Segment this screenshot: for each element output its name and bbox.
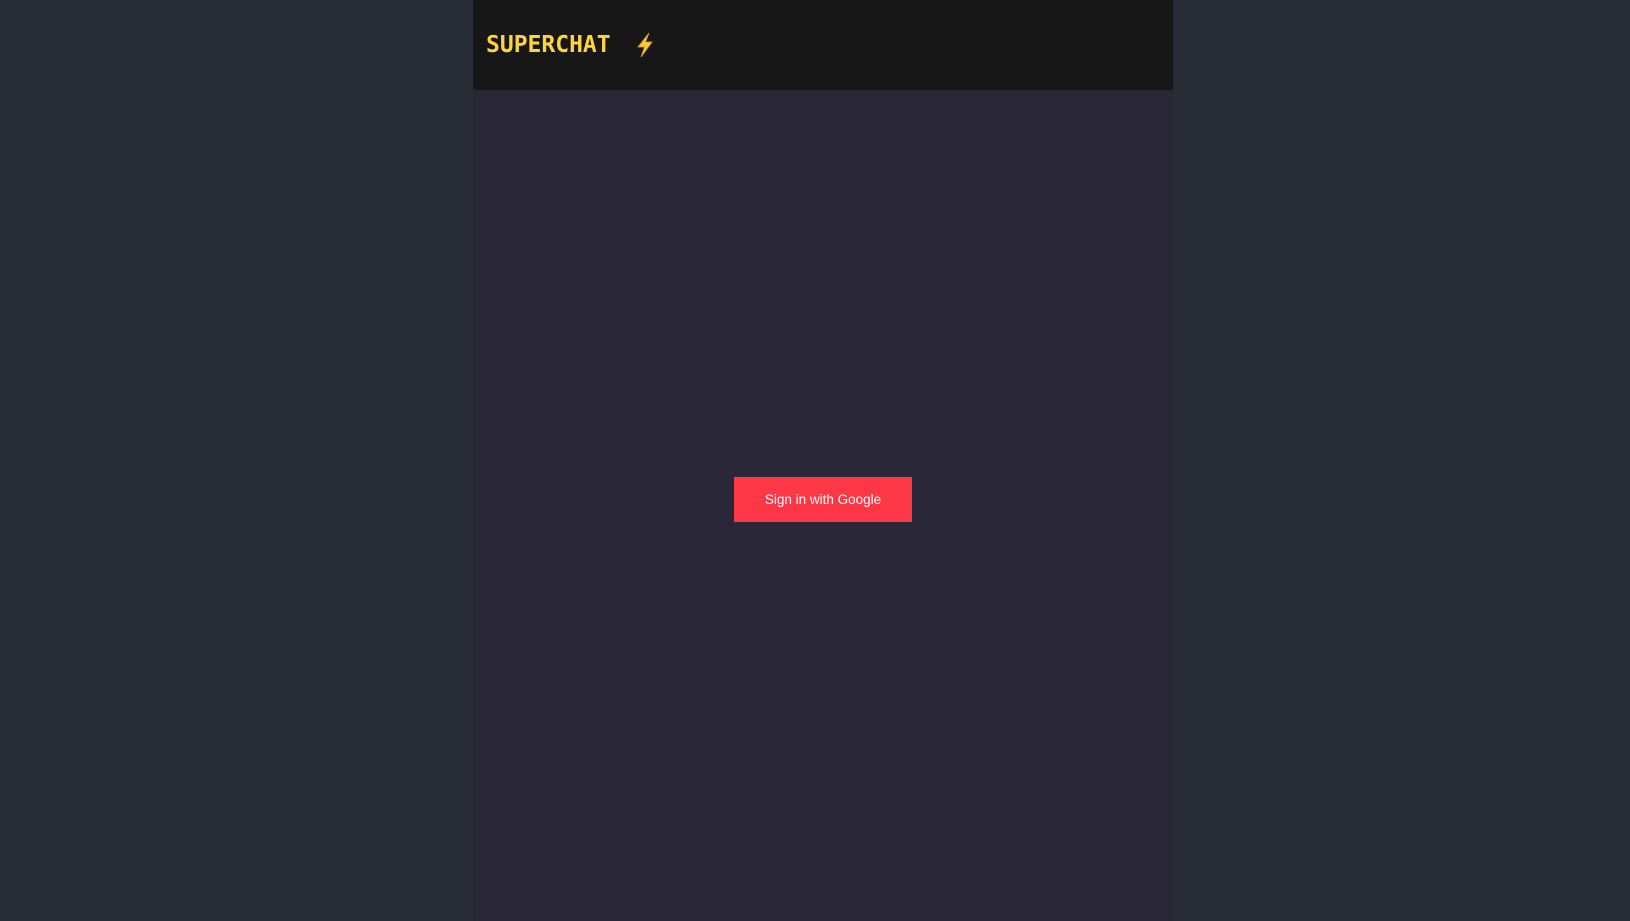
app-title: SUPERCHAT <box>486 32 611 58</box>
app-header: SUPERCHAT <box>473 0 1173 90</box>
sign-in-with-google-button[interactable]: Sign in with Google <box>734 477 912 522</box>
sign-in-section: Sign in with Google <box>473 90 1173 921</box>
app-container: SUPERCHAT Sign in with Google <box>473 0 1173 921</box>
lightning-bolt-icon <box>630 30 660 60</box>
